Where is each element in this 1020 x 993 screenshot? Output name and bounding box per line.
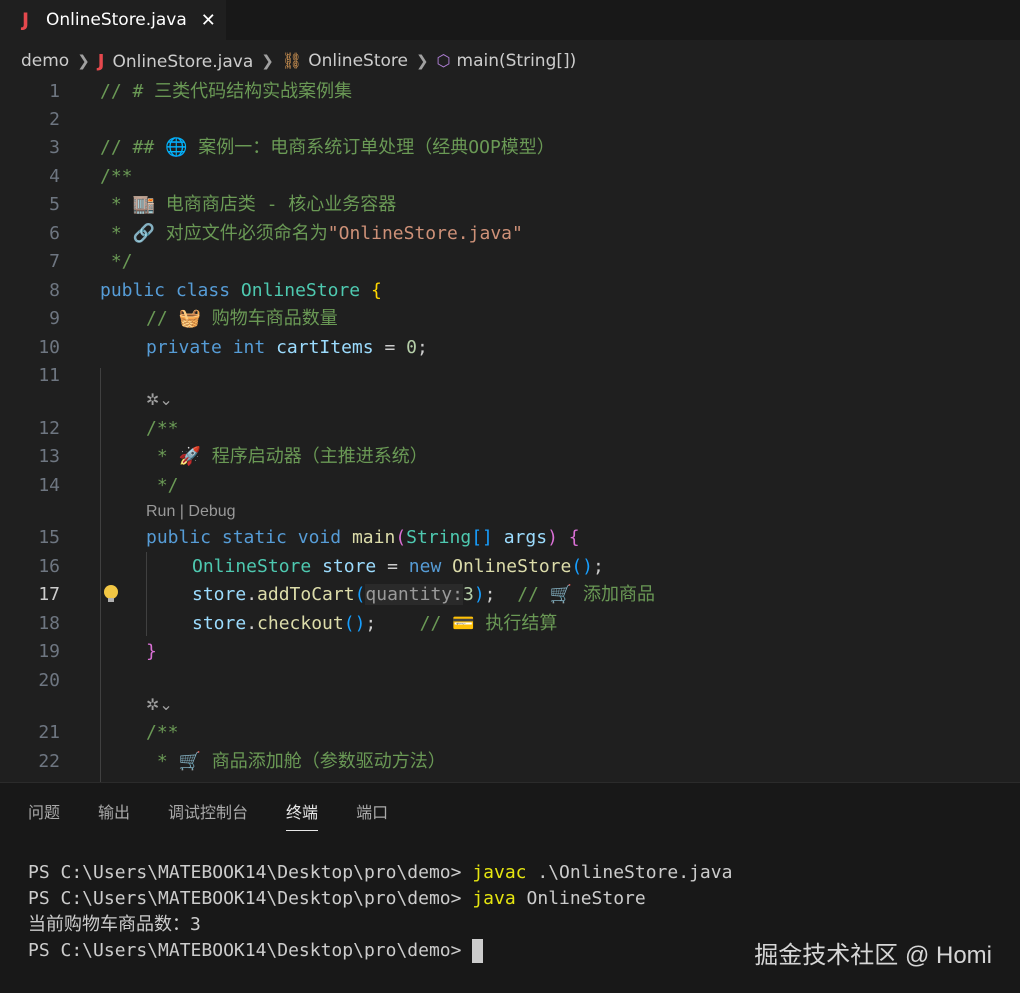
- code-line: 13 * 🚀 程序启动器（主推进系统）: [38, 446, 428, 467]
- watermark: 掘金技术社区 @ Homi: [754, 942, 992, 969]
- parameter-hint: quantity:: [365, 584, 463, 605]
- terminal-output: 当前购物车商品数：3: [28, 914, 201, 935]
- code-line: 1// # 三类代码结构实战案例集: [49, 81, 353, 102]
- chevron-right-icon: ❯: [77, 52, 90, 70]
- terminal-line: PS C:\Users\MATEBOOK14\Desktop\pro\demo>…: [28, 862, 733, 883]
- code-line: 2: [49, 109, 60, 130]
- tab-terminal[interactable]: 终端: [286, 799, 319, 831]
- chevron-right-icon: ❯: [415, 52, 429, 70]
- code-line: 18 store.checkout(); // 💳 执行结算: [38, 613, 558, 634]
- code-line: 4/**: [49, 166, 133, 187]
- code-line: 15 public static void main(String[] args)…: [38, 527, 580, 548]
- code-line: 9// 🧺 购物车商品数量: [49, 308, 338, 329]
- code-line: 8 public class OnlineStore {: [49, 280, 382, 301]
- tab-ports[interactable]: 端口: [356, 799, 388, 823]
- code-line: 6 * 🔗 对应文件必须命名为"OnlineStore.java": [49, 223, 523, 244]
- java-file-icon: J: [97, 50, 105, 72]
- code-line: 12/**: [38, 418, 179, 439]
- terminal-line: PS C:\Users\MATEBOOK14\Desktop\pro\demo>: [28, 938, 732, 964]
- java-file-icon: J: [22, 9, 30, 31]
- tab-onlinestore-java[interactable]: J OnlineStore.java ✕: [0, 0, 226, 40]
- code-line: 7 */: [49, 251, 133, 272]
- bottom-panel: 问题 输出 调试控制台 终端 端口 PS C:\Users\MATEBOOK14…: [0, 782, 1020, 993]
- lightbulb-icon[interactable]: [104, 585, 118, 602]
- breadcrumb-folder[interactable]: demo: [21, 51, 69, 71]
- code-line: 11: [38, 365, 60, 386]
- code-line: 22 * 🛒 商品添加舱（参数驱动方法）: [38, 751, 446, 772]
- breadcrumb-method[interactable]: ⬡ main(String[]): [437, 51, 577, 71]
- code-line: 3// ## 🌐 案例一：电商系统订单处理（经典OOP模型）: [49, 137, 555, 158]
- code-line: 14 */: [38, 475, 179, 496]
- chevron-right-icon: ❯: [261, 52, 274, 70]
- tab-debug-console[interactable]: 调试控制台: [168, 799, 248, 823]
- run-debug-codelens[interactable]: Run | Debug: [146, 499, 236, 525]
- copilot-sparkle-icon[interactable]: ✲⌄: [146, 693, 173, 719]
- method-cube-icon: ⬡: [436, 51, 451, 70]
- code-line: 20: [38, 670, 60, 691]
- panel-tabs: 问题 输出 调试控制台 终端 端口: [0, 783, 398, 839]
- code-line: 5 * 🏬 电商商店类 - 核心业务容器: [49, 194, 397, 215]
- close-icon[interactable]: ✕: [201, 10, 216, 31]
- code-line-active: 17 store.addToCart(quantity:3); // 🛒 添加商品: [38, 584, 655, 605]
- terminal-cursor: [472, 939, 484, 963]
- terminal-line: PS C:\Users\MATEBOOK14\Desktop\pro\demo>…: [28, 888, 646, 909]
- class-icon: ⛓: [281, 51, 303, 70]
- terminal[interactable]: PS C:\Users\MATEBOOK14\Desktop\pro\demo>…: [28, 860, 732, 964]
- tab-output[interactable]: 输出: [98, 799, 130, 823]
- copilot-sparkle-icon[interactable]: ✲⌄: [146, 388, 173, 414]
- code-line: 19}: [38, 641, 157, 662]
- breadcrumb: demo ❯ J OnlineStore.java ❯ ⛓ OnlineStore …: [0, 44, 1020, 78]
- code-line: 10 private int cartItems = 0;: [38, 337, 428, 358]
- code-line: 21/**: [38, 722, 179, 743]
- breadcrumb-file[interactable]: J OnlineStore.java: [98, 51, 254, 72]
- code-line: 16 OnlineStore store = new OnlineStore();: [38, 556, 604, 577]
- tab-problems[interactable]: 问题: [28, 799, 60, 823]
- editor-tab-bar: J OnlineStore.java ✕: [0, 0, 1020, 40]
- breadcrumb-class[interactable]: ⛓ OnlineStore: [282, 51, 408, 71]
- tab-label: OnlineStore.java: [46, 10, 187, 30]
- code-editor[interactable]: 1// # 三类代码结构实战案例集 2 3// ## 🌐 案例一：电商系统订单处…: [0, 78, 1020, 782]
